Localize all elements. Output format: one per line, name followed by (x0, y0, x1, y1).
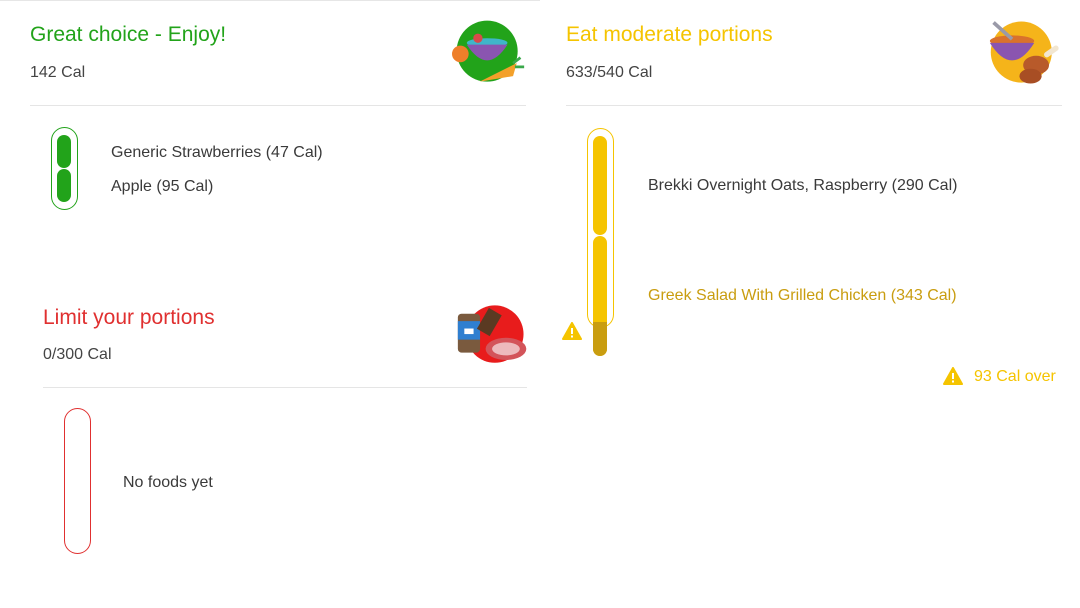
food-item[interactable]: Generic Strawberries (47 Cal) (111, 144, 323, 162)
bowl-chicken-icon (989, 21, 1059, 84)
bowl-vegetables-icon (452, 20, 525, 82)
food-item[interactable]: Brekki Overnight Oats, Raspberry (290 Ca… (648, 177, 957, 195)
warning-icon (943, 367, 963, 385)
calories-over-text: 93 Cal over (974, 368, 1056, 385)
moderate-portions-calories: 633/540 Cal (566, 64, 653, 81)
great-choice-divider (30, 105, 526, 106)
strawberries-segment (57, 135, 71, 168)
limit-portions-divider (43, 387, 527, 388)
great-choice-title: Great choice - Enjoy! (30, 23, 227, 46)
food-item-over[interactable]: Greek Salad With Grilled Chicken (343 Ca… (648, 287, 957, 305)
limit-portions-calories: 0/300 Cal (43, 346, 112, 363)
limit-portions-title: Limit your portions (43, 306, 215, 329)
moderate-portions-title: Eat moderate portions (566, 23, 773, 46)
warning-icon (562, 322, 582, 340)
top-divider (0, 0, 540, 1)
limit-portions-progress-pill (64, 408, 91, 554)
oats-segment (593, 136, 607, 235)
great-choice-progress-pill (51, 127, 78, 210)
great-choice-calories: 142 Cal (30, 64, 86, 81)
moderate-portions-divider (566, 105, 1062, 106)
food-item[interactable]: Apple (95 Cal) (111, 178, 213, 196)
apple-segment (57, 169, 71, 202)
meat-chocolate-icon (457, 305, 527, 363)
moderate-portions-progress-pill (587, 128, 614, 356)
over-limit-segment (593, 322, 607, 356)
empty-state-text: No foods yet (123, 474, 213, 491)
